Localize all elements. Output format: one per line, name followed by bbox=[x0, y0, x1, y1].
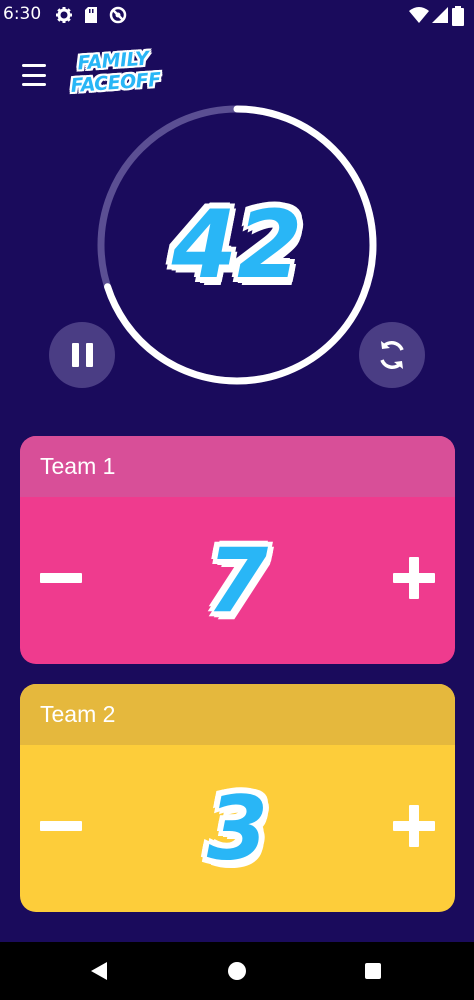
signal-icon bbox=[432, 6, 448, 29]
team-name: Team 2 bbox=[20, 684, 455, 745]
system-nav-bar bbox=[0, 942, 474, 1000]
pause-icon bbox=[71, 343, 93, 367]
team-card-2: Team 2 3 bbox=[20, 684, 455, 912]
back-triangle-icon[interactable] bbox=[90, 961, 108, 981]
timer-value: 42 bbox=[171, 190, 303, 300]
app-logo: FAMILY FACEOFF bbox=[68, 47, 162, 103]
team-score-area: 3 bbox=[20, 745, 455, 912]
gear-icon bbox=[55, 6, 73, 29]
sd-card-icon bbox=[84, 6, 98, 29]
plus-button[interactable] bbox=[393, 557, 435, 599]
app-header: FAMILY FACEOFF bbox=[0, 40, 474, 110]
status-time: 6:30 bbox=[3, 4, 42, 24]
reset-button[interactable] bbox=[359, 322, 425, 388]
pause-button[interactable] bbox=[49, 322, 115, 388]
team-score-area: 7 bbox=[20, 497, 455, 664]
team-card-1: Team 1 7 bbox=[20, 436, 455, 664]
no-disturb-icon bbox=[109, 6, 127, 29]
plus-button[interactable] bbox=[393, 805, 435, 847]
hamburger-menu-icon[interactable] bbox=[18, 62, 50, 88]
logo-line-2: FACEOFF bbox=[69, 68, 162, 98]
recents-square-icon[interactable] bbox=[365, 963, 381, 979]
team-name: Team 1 bbox=[20, 436, 455, 497]
minus-button[interactable] bbox=[40, 573, 82, 583]
timer: 42 bbox=[95, 103, 379, 387]
team-score: 7 bbox=[206, 529, 269, 632]
battery-icon bbox=[452, 6, 464, 31]
minus-button[interactable] bbox=[40, 821, 82, 831]
team-score: 3 bbox=[206, 777, 269, 880]
wifi-icon bbox=[409, 6, 429, 29]
status-bar: 6:30 bbox=[0, 0, 474, 30]
refresh-icon bbox=[380, 341, 404, 369]
home-circle-icon[interactable] bbox=[228, 962, 246, 980]
